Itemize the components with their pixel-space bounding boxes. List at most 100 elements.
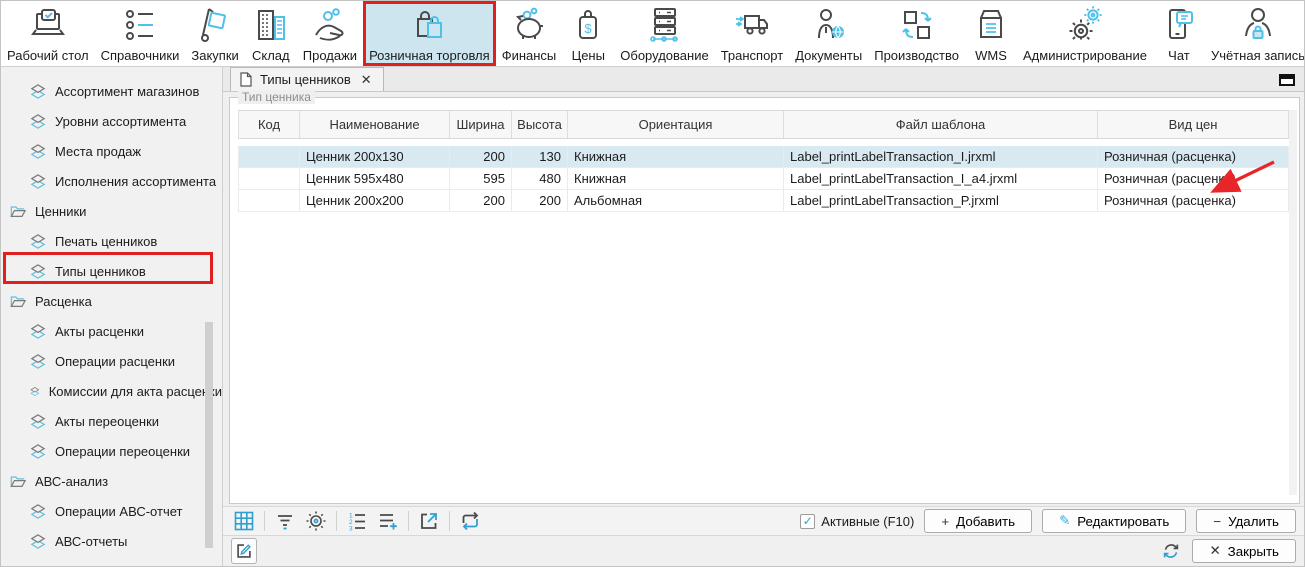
toolbar-item-finansy[interactable]: Финансы: [496, 1, 563, 66]
compose-edit-button[interactable]: [231, 538, 257, 564]
toolbar-item-label: Склад: [252, 48, 290, 63]
price-tag-types-table: Код Наименование Ширина Высота Ориентаци…: [238, 110, 1289, 212]
toolbar-item-rabochiy-stol[interactable]: Рабочий стол: [1, 1, 95, 66]
sidebar-item-urovni-assortimenta[interactable]: Уровни ассортимента: [1, 106, 222, 136]
toolbar-item-spravochniki[interactable]: Справочники: [95, 1, 186, 66]
sidebar-item-label: Уровни ассортимента: [55, 114, 186, 129]
sidebar-item-operatsii-pereotsenki[interactable]: Операции переоценки: [1, 436, 222, 466]
toolbar-item-oborudovanie[interactable]: Оборудование: [614, 1, 714, 66]
gear-icon[interactable]: [303, 508, 329, 534]
sidebar-item-label: Исполнения ассортимента: [55, 174, 216, 189]
layers-icon: [30, 354, 46, 369]
toolbar-item-proizvodstvo[interactable]: Производство: [868, 1, 965, 66]
sidebar-item-mesta-prodazh[interactable]: Места продаж: [1, 136, 222, 166]
folder-icon: [10, 295, 26, 308]
sidebar-item-operatsii-abc-otchet[interactable]: Операции АВС-отчет: [1, 496, 222, 526]
column-header-naimenovanie[interactable]: Наименование: [300, 111, 450, 138]
toolbar-item-uchetnaya-zapis[interactable]: Учётная запись: [1205, 1, 1304, 66]
sidebar-folder-tsenniki[interactable]: Ценники: [1, 196, 222, 226]
export-icon[interactable]: [416, 508, 442, 534]
column-header-orientatsiya[interactable]: Ориентация: [568, 111, 784, 138]
toolbar-item-prodazhi[interactable]: Продажи: [297, 1, 363, 66]
minus-icon: −: [1213, 514, 1221, 529]
cell-vysota: 200: [512, 190, 568, 211]
column-header-vid-tsen[interactable]: Вид цен: [1098, 111, 1289, 138]
sidebar-item-operatsii-rastsenki[interactable]: Операции расценки: [1, 346, 222, 376]
toolbar-separator: [408, 511, 409, 531]
toolbar-item-sklad[interactable]: Склад: [245, 1, 297, 66]
tab-close-icon[interactable]: ✕: [359, 72, 374, 88]
list-add-icon[interactable]: [375, 508, 401, 534]
toolbar-item-chat[interactable]: Чат: [1153, 1, 1205, 66]
cell-kod: [238, 168, 300, 189]
pencil-icon: ✎: [1059, 513, 1070, 529]
table-footer-toolbar: 123 ✓ Активные (F10) + Добавить ✎ Редакт…: [223, 506, 1304, 535]
grid-view-icon[interactable]: [231, 508, 257, 534]
tab-tipy-tsennikov[interactable]: Типы ценников ✕: [230, 67, 384, 91]
references-icon: [120, 5, 160, 45]
finance-icon: [509, 5, 549, 45]
cell-naimenovanie: Ценник 595x480: [300, 168, 450, 189]
edit-button[interactable]: ✎ Редактировать: [1042, 509, 1186, 533]
toolbar-item-zakupki[interactable]: Закупки: [185, 1, 244, 66]
app-window: Рабочий стол Справочники Закупки: [0, 0, 1305, 567]
sidebar-folder-rastsenka[interactable]: Расценка: [1, 286, 222, 316]
sidebar-item-abc-otchety[interactable]: АВС-отчеты: [1, 526, 222, 556]
refresh-icon[interactable]: [1158, 538, 1184, 564]
toolbar-item-transport[interactable]: Транспорт: [715, 1, 790, 66]
tab-title: Типы ценников: [260, 72, 351, 87]
toolbar-item-dokumenty[interactable]: Документы: [789, 1, 868, 66]
toolbar-item-wms[interactable]: WMS: [965, 1, 1017, 66]
sidebar-item-label: Комиссии для акта расценки: [49, 384, 222, 399]
sidebar-item-tipy-tsennikov[interactable]: Типы ценников: [1, 256, 222, 286]
column-header-vysota[interactable]: Высота: [512, 111, 568, 138]
sidebar-scrollbar-thumb[interactable]: [205, 322, 213, 548]
toolbar-item-label: Продажи: [303, 48, 357, 63]
column-header-kod[interactable]: Код: [238, 111, 300, 138]
numbered-list-icon[interactable]: 123: [344, 508, 370, 534]
svg-text:$: $: [585, 21, 593, 36]
checkbox-check-icon: ✓: [800, 514, 815, 529]
sidebar-item-pechat-tsennikov[interactable]: Печать ценников: [1, 226, 222, 256]
production-icon: [897, 5, 937, 45]
active-filter-checkbox[interactable]: ✓ Активные (F10): [800, 514, 914, 529]
table-row[interactable]: Ценник 200x200 200 200 Альбомная Label_p…: [238, 190, 1289, 212]
toolbar-item-roznichnaya-torgovlya[interactable]: Розничная торговля: [363, 1, 496, 66]
table-scrollbar-track[interactable]: [1289, 110, 1297, 495]
add-button[interactable]: + Добавить: [924, 509, 1032, 533]
workspace-icon: [28, 5, 68, 45]
column-header-shirina[interactable]: Ширина: [450, 111, 512, 138]
cell-shirina: 200: [450, 146, 512, 167]
toolbar-item-label: Администрирование: [1023, 48, 1147, 63]
cell-vid-tsen: Розничная (расценка): [1098, 146, 1289, 167]
sidebar-folder-abc-analiz[interactable]: АВС-анализ: [1, 466, 222, 496]
sidebar-item-akty-pereotsenki[interactable]: Акты переоценки: [1, 406, 222, 436]
close-button[interactable]: ✕ Закрыть: [1192, 539, 1296, 563]
retail-icon: [409, 5, 449, 45]
sidebar-item-assortiment-magazinov[interactable]: Ассортимент магазинов: [1, 76, 222, 106]
sidebar-item-akty-rastsenki[interactable]: Акты расценки: [1, 316, 222, 346]
toolbar-item-label: Финансы: [502, 48, 557, 63]
wms-icon: [971, 5, 1011, 45]
sidebar-item-label: Печать ценников: [55, 234, 157, 249]
table-row[interactable]: Ценник 595x480 595 480 Книжная Label_pri…: [238, 168, 1289, 190]
table-body: Ценник 200x130 200 130 Книжная Label_pri…: [238, 146, 1289, 212]
sidebar-item-label: Ценники: [35, 204, 86, 219]
sidebar-item-komissii-dlya-akta-rastsenki[interactable]: Комиссии для акта расценки: [1, 376, 222, 406]
groupbox-label: Тип ценника: [238, 90, 315, 104]
folder-icon: [10, 205, 26, 218]
cell-orientatsiya: Альбомная: [568, 190, 784, 211]
column-header-fayl-shablona[interactable]: Файл шаблона: [784, 111, 1098, 138]
filter-icon[interactable]: [272, 508, 298, 534]
folder-icon: [10, 475, 26, 488]
toolbar-item-label: Производство: [874, 48, 959, 63]
delete-button[interactable]: − Удалить: [1196, 509, 1296, 533]
window-maximize-icon[interactable]: [1279, 74, 1295, 86]
table-row[interactable]: Ценник 200x130 200 130 Книжная Label_pri…: [238, 146, 1289, 168]
toolbar-item-administrirovanie[interactable]: Администрирование: [1017, 1, 1153, 66]
sidebar-item-ispolneniya-assortimenta[interactable]: Исполнения ассортимента: [1, 166, 222, 196]
cell-fayl-shablona: Label_printLabelTransaction_I_a4.jrxml: [784, 168, 1098, 189]
cell-shirina: 595: [450, 168, 512, 189]
toolbar-item-tseny[interactable]: $ Цены: [562, 1, 614, 66]
loop-refresh-icon[interactable]: [457, 508, 483, 534]
